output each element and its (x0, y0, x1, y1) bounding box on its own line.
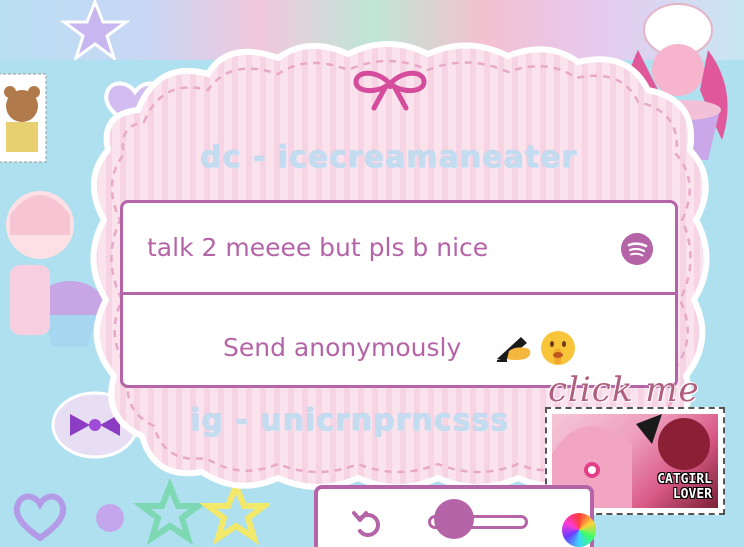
shushing-face-emoji-icon (541, 331, 575, 365)
anonymous-message-card: talk 2 meeee but pls b nice Send anonymo… (120, 200, 678, 388)
click-me-sticker: click me (548, 370, 700, 410)
undo-icon[interactable] (350, 505, 386, 541)
prompt-text: talk 2 meeee but pls b nice (147, 233, 489, 262)
writing-hand-emoji-icon (497, 337, 531, 362)
edit-toolbar (314, 485, 596, 547)
ribbon-bow-icon (353, 70, 427, 111)
prompt-row: talk 2 meeee but pls b nice (123, 203, 675, 295)
discord-handle: dc - icecreamaneater (200, 140, 578, 175)
size-slider-thumb[interactable] (434, 499, 474, 539)
instagram-handle: ig - unicrnprncsss (190, 403, 510, 438)
teddy-bear-stamp-icon (0, 73, 47, 163)
color-wheel-icon[interactable] (562, 513, 596, 547)
send-label: Send anonymously (223, 333, 462, 362)
stamp-label-text: CATGIRL LOVER (657, 472, 712, 502)
spotify-icon[interactable] (621, 233, 653, 265)
story-canvas: dc - icecreamaneater ig - unicrnprncsss … (0, 0, 744, 547)
stamp-label: CATGIRL LOVER (657, 472, 712, 502)
